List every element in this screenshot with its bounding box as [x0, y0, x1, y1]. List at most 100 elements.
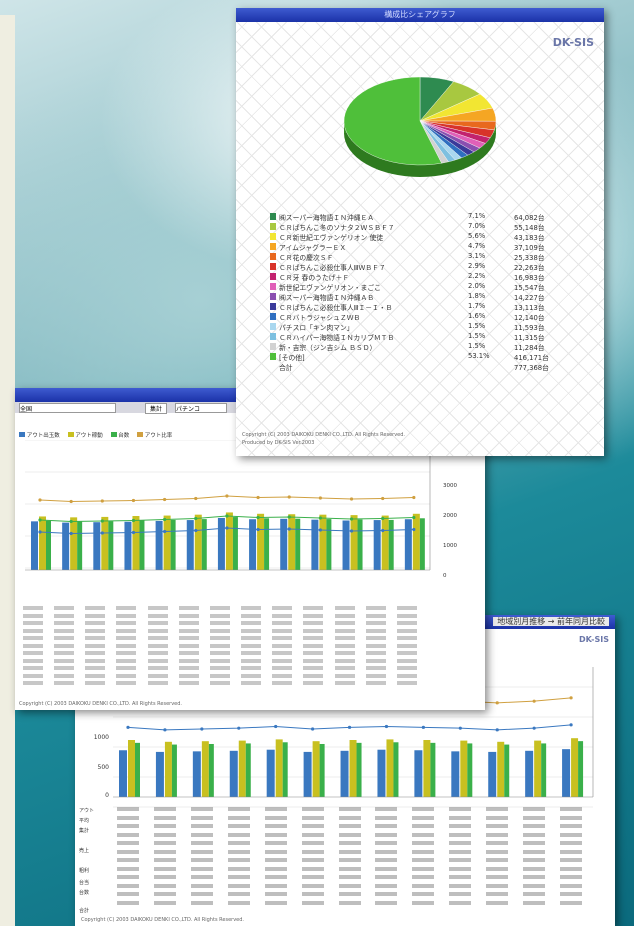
table-cell [190, 807, 213, 811]
bar-series-c [232, 517, 238, 570]
table-cell [54, 636, 75, 640]
item-value: 11,593台 [514, 324, 545, 332]
bar-series-a [249, 519, 257, 570]
table-cell [375, 815, 398, 820]
table-cell [23, 658, 43, 663]
bar-series-b [101, 516, 109, 570]
table-cell [153, 815, 176, 820]
item-percent: 53.1% [468, 352, 490, 360]
brand-logo: DK-SIS [552, 36, 594, 49]
table-cell [85, 666, 106, 670]
table-cell [338, 892, 361, 896]
table-cell [338, 866, 361, 871]
bar-series-c [108, 521, 114, 570]
table-cell [486, 841, 509, 845]
table-cell [365, 621, 386, 625]
legend-row: アイムジャグラーＥＸ 4.7% 37,109台 [270, 242, 590, 252]
table-cell [523, 824, 546, 828]
pie-window-titlebar: 構成比シェアグラフ [236, 8, 604, 22]
item-name: ＣＲぱちんこ冬のソナタ２ＷＳＢＦ７ [279, 224, 395, 232]
item-value: 64,082台 [514, 214, 545, 222]
table-cell [365, 636, 386, 640]
legend-swatch-icon [270, 293, 276, 300]
trend-point [194, 528, 198, 533]
table-cell [449, 858, 472, 862]
table-cell [85, 681, 106, 685]
data-table-2 [113, 807, 593, 917]
table-cell [23, 628, 43, 633]
item-value: 37,109台 [514, 244, 545, 252]
table-cell [396, 673, 417, 678]
trend-point [381, 528, 385, 533]
table-cell [190, 875, 213, 879]
trend-point [194, 516, 198, 521]
pie-window[interactable]: 構成比シェアグラフ DK-SIS ㈱スーパー海物語ＩＮ沖縄ＥＡ 7.1% 64,08… [236, 8, 604, 456]
table-cell [338, 841, 361, 845]
table-cell [303, 658, 324, 663]
table-cell [147, 666, 168, 670]
table-cell [153, 875, 176, 879]
legend-label: アウト比率 [144, 433, 173, 439]
item-percent: 1.5% [468, 322, 486, 330]
item-name: 新・吉宗（ジン吉シム ＢＳＤ） [279, 344, 377, 352]
table-cell [241, 621, 262, 625]
item-percent: 4.7% [468, 242, 486, 250]
bar-series-b [349, 740, 357, 797]
table-cell [365, 658, 386, 663]
trend-point [69, 499, 73, 504]
table-cell [303, 681, 324, 685]
bar-series-b [534, 740, 542, 797]
item-percent: 1.8% [468, 292, 486, 300]
table-cell [449, 883, 472, 888]
legend-swatch-icon [270, 213, 276, 220]
region-field[interactable]: 全国 [19, 403, 116, 413]
table-cell [301, 807, 324, 811]
trend-point [131, 530, 136, 535]
item-percent: 3.1% [468, 252, 486, 260]
table-cell [523, 875, 546, 879]
table-cell [117, 824, 139, 828]
table-cell [147, 621, 168, 625]
category-field[interactable]: パチンコ [175, 403, 227, 413]
item-value: 11,315台 [514, 334, 545, 342]
aggregate-button[interactable]: 集計 [145, 403, 168, 414]
table-cell [241, 613, 262, 618]
table-cell [375, 824, 398, 828]
table-cell [449, 832, 472, 837]
trend-point [194, 496, 198, 501]
table-cell [396, 681, 417, 685]
table-cell [264, 892, 287, 896]
bar-series-b [70, 517, 78, 570]
table-cell [449, 807, 472, 811]
axis-tick: 1000 [443, 543, 457, 549]
table-cell [116, 673, 137, 678]
item-value: 16,983台 [514, 274, 545, 282]
table-cell [272, 643, 293, 648]
table-cell [178, 673, 199, 678]
legend-swatch-icon [270, 323, 276, 330]
table-cell [272, 628, 293, 633]
table-cell [375, 866, 398, 871]
table-cell [117, 849, 139, 854]
item-name: ＣＲ花の慶次ＳＦ [279, 254, 334, 262]
legend-swatch-icon [270, 233, 276, 240]
table-cell [486, 866, 509, 871]
table-cell [116, 681, 137, 685]
bar-series-a [266, 749, 275, 797]
table-cell [334, 636, 355, 640]
trend-point [100, 499, 104, 503]
legend-swatch-icon [67, 432, 74, 437]
table-cell [264, 866, 287, 871]
table-cell [190, 815, 213, 820]
bar-series-b [39, 516, 46, 570]
bar-series-b [288, 514, 296, 570]
table-cell [375, 832, 398, 837]
trend-point [412, 527, 416, 532]
legend-row: ＣＲバトラジャシュＺＷＢ 1.6% 12,140台 [270, 312, 590, 322]
table-cell [178, 621, 199, 625]
bar-series-c [139, 520, 145, 570]
table-cell [116, 613, 137, 618]
table-cell [412, 815, 435, 820]
bar-series-b [571, 738, 579, 797]
table-cell [85, 643, 106, 648]
